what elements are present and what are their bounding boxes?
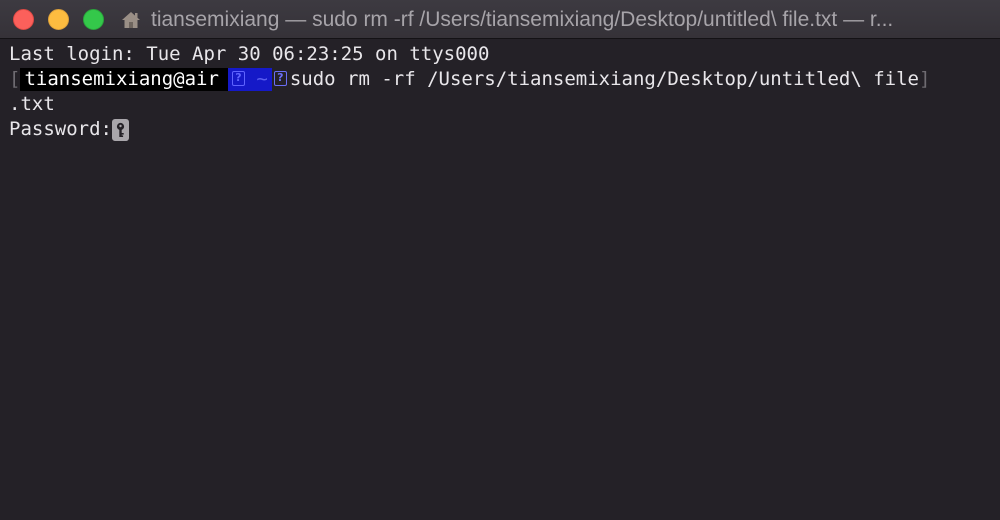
missing-glyph-icon: ? [273, 70, 287, 86]
missing-glyph-icon: ? [231, 70, 245, 86]
zoom-button[interactable] [83, 9, 104, 30]
prompt-dir-segment: ? ~ [227, 68, 272, 91]
zoom-icon [84, 10, 103, 29]
prompt-line: [tiansemixiang@air? ~? sudo rm -rf /Users… [9, 67, 1000, 92]
command-text: sudo rm -rf /Users/tiansemixiang/Desktop… [289, 68, 919, 90]
close-icon [14, 10, 33, 29]
minimize-icon [49, 10, 68, 29]
prompt-open-bracket: [ [9, 68, 21, 90]
home-folder-icon [121, 10, 141, 30]
password-prompt: Password: [9, 118, 112, 140]
minimize-button[interactable] [48, 9, 69, 30]
terminal-window: tiansemixiang — sudo rm -rf /Users/tians… [0, 0, 1000, 520]
prompt-dir: ~ [256, 68, 268, 90]
prompt-close-bracket: ] [918, 68, 931, 90]
last-login-line: Last login: Tue Apr 30 06:23:25 on ttys0… [9, 43, 490, 65]
window-title: tiansemixiang — sudo rm -rf /Users/tians… [151, 8, 894, 31]
password-line[interactable]: Password: [9, 117, 1000, 142]
close-button[interactable] [13, 9, 34, 30]
terminal-content[interactable]: Last login: Tue Apr 30 06:23:25 on ttys0… [0, 39, 1000, 520]
command-continuation: .txt [9, 93, 55, 115]
title-bar[interactable]: tiansemixiang — sudo rm -rf /Users/tians… [0, 0, 1000, 39]
prompt-user-host: tiansemixiang@air [20, 68, 228, 91]
key-icon [111, 119, 129, 141]
